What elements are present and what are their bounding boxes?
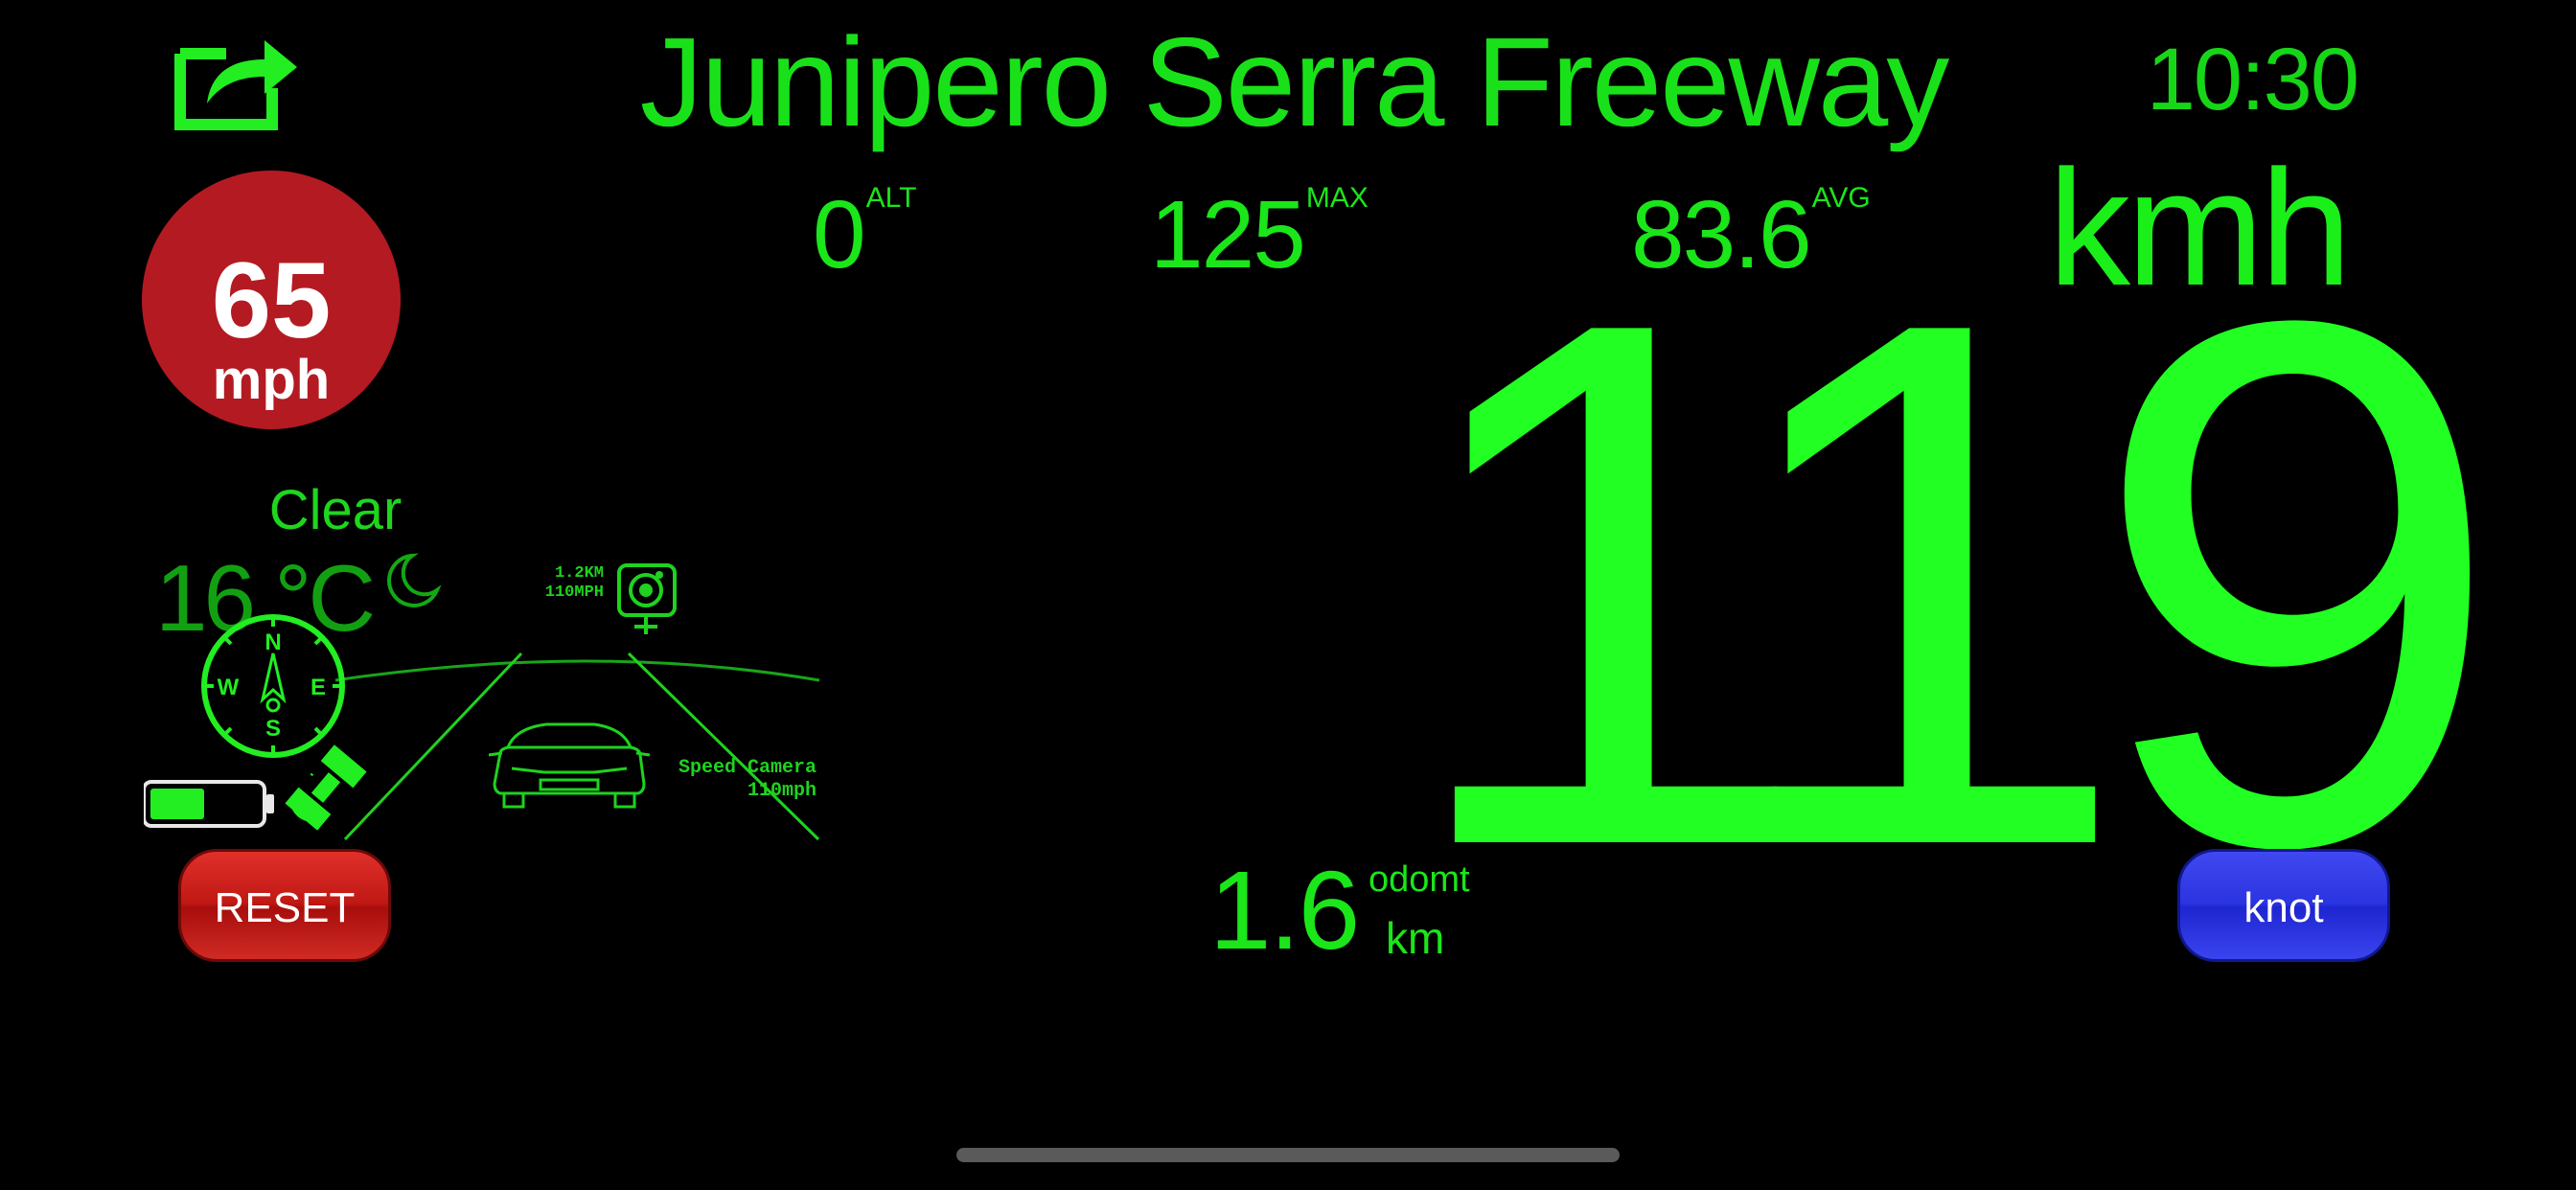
camera-label-limit: 110mph <box>748 780 816 802</box>
altitude-value: 0 <box>813 181 866 288</box>
car-icon <box>488 722 651 809</box>
compass-north: N <box>264 629 281 655</box>
battery-level <box>150 789 204 819</box>
compass-icon: N S W E <box>201 614 345 758</box>
battery-icon <box>144 780 274 828</box>
share-icon[interactable] <box>172 25 301 132</box>
unit-toggle-button[interactable]: knot <box>2177 849 2390 962</box>
compass-south: S <box>265 716 281 742</box>
max-speed-value: 125 <box>1150 181 1306 288</box>
altitude-label: ALT <box>865 182 917 214</box>
compass-east: E <box>310 675 326 700</box>
current-speed: 119 <box>1397 167 2505 1001</box>
speed-limit-sign: 65 mph <box>142 171 401 429</box>
home-indicator[interactable] <box>956 1148 1620 1162</box>
lane-line-left <box>343 652 523 841</box>
speed-limit-unit: mph <box>212 349 331 411</box>
street-name: Junipero Serra Freeway <box>639 11 1950 152</box>
odometer-value: 1.6 <box>1209 848 1360 973</box>
clock: 10:30 <box>2146 31 2359 128</box>
compass-west: W <box>218 675 240 700</box>
lane-line-right <box>627 652 820 841</box>
odometer-unit: km <box>1386 913 1445 963</box>
speed-camera-icon <box>617 563 677 634</box>
satellite-icon <box>285 744 367 831</box>
camera-distance: 1.2KM <box>555 564 604 583</box>
altitude-stat: 0ALT <box>813 182 916 287</box>
camera-limit: 110MPH <box>545 584 604 602</box>
weather-condition: Clear <box>268 479 402 541</box>
horizon-line <box>334 659 820 682</box>
road-view-graphic: 1.2KM 110MPH N S W E Speed Camera 110mph <box>144 563 820 841</box>
odometer-label: odomt <box>1368 859 1470 900</box>
max-speed-label: MAX <box>1305 182 1368 214</box>
max-speed-stat: 125MAX <box>1150 182 1368 287</box>
reset-button[interactable]: RESET <box>178 849 391 962</box>
speed-limit-value: 65 <box>211 240 332 360</box>
camera-label: Speed Camera <box>678 757 816 779</box>
